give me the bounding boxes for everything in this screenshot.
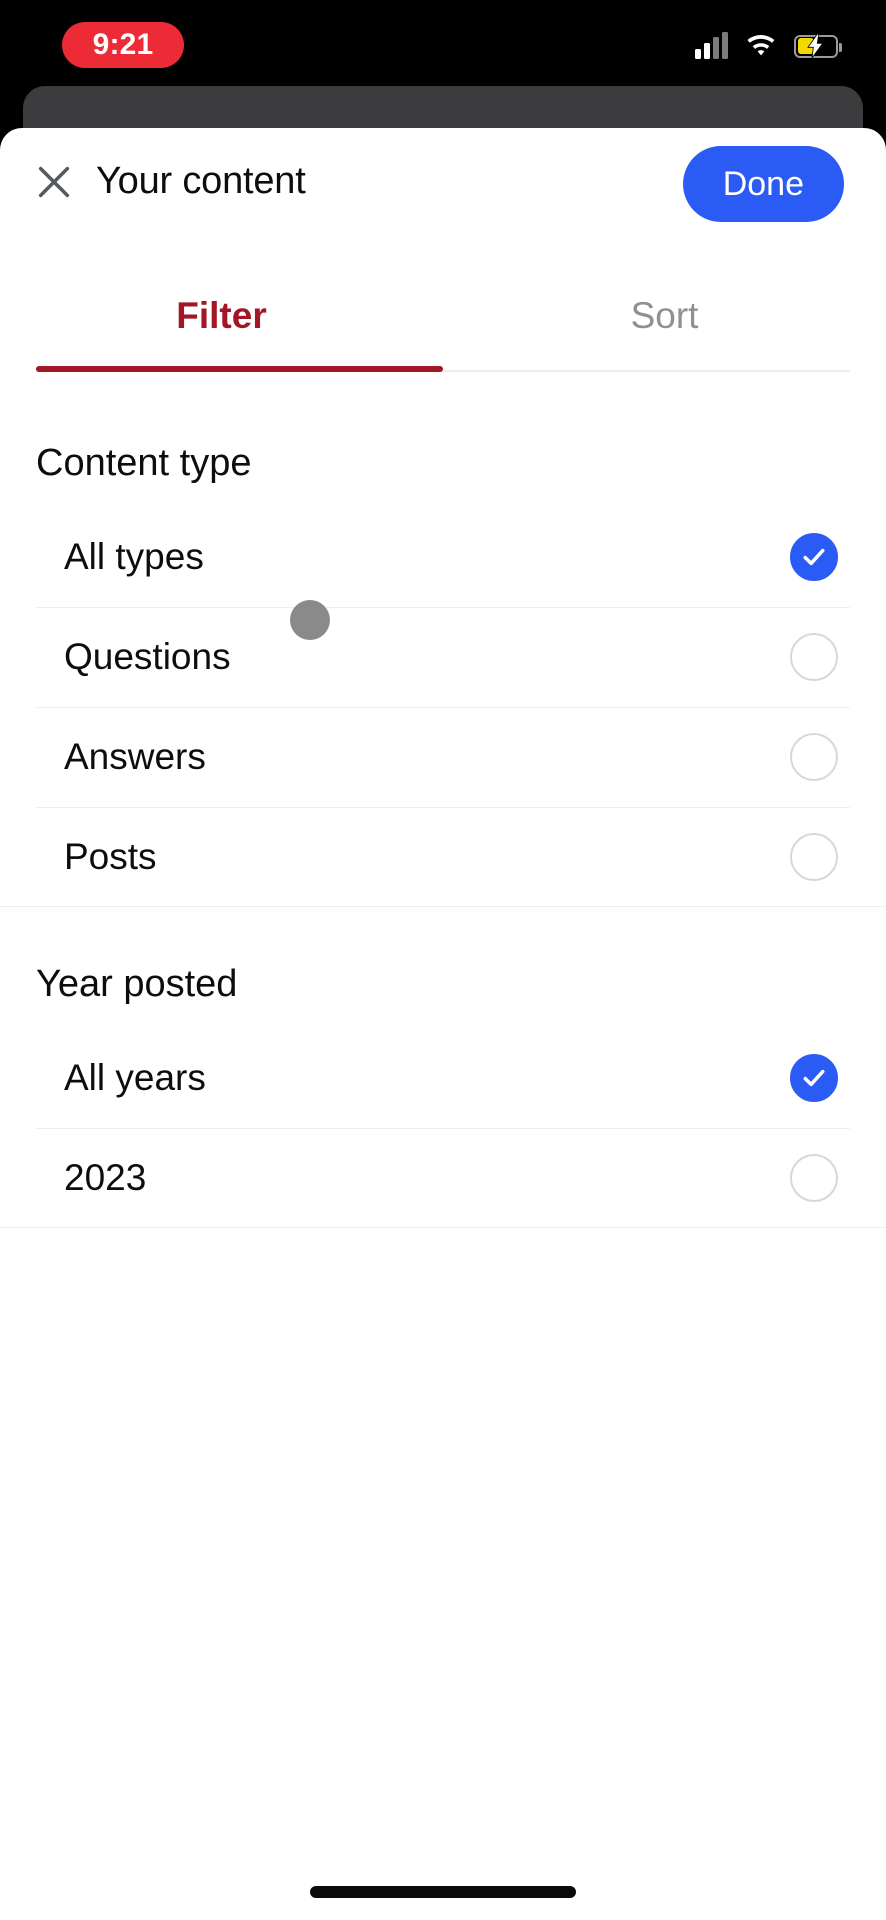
check-icon <box>803 548 825 566</box>
battery-charging-icon <box>794 34 842 58</box>
wifi-icon <box>747 35 775 56</box>
section-content-type: Content type All types Questions Answers <box>0 442 886 907</box>
phone-screen: 9:21 Your content Done Filter Sort Conte… <box>0 0 886 1920</box>
radio-checked-icon[interactable] <box>790 1054 838 1102</box>
option-label: All types <box>64 536 204 577</box>
radio-unchecked-icon[interactable] <box>790 1154 838 1202</box>
section-title-year-posted: Year posted <box>36 963 238 1005</box>
radio-unchecked-icon[interactable] <box>790 733 838 781</box>
radio-unchecked-icon[interactable] <box>790 633 838 681</box>
option-label: 2023 <box>64 1157 147 1198</box>
option-label: Posts <box>64 836 157 877</box>
close-icon-glyph <box>38 166 70 198</box>
option-row-all-years[interactable]: All years <box>36 1028 850 1128</box>
cellular-signal-icon <box>695 32 728 59</box>
option-row-2023[interactable]: 2023 <box>36 1128 850 1228</box>
radio-checked-icon[interactable] <box>790 533 838 581</box>
filter-sheet: Your content Done Filter Sort Content ty… <box>0 128 886 1920</box>
tab-active-indicator <box>36 366 443 372</box>
option-row-answers[interactable]: Answers <box>36 707 850 807</box>
page-title: Your content <box>96 160 306 202</box>
option-label: Questions <box>64 636 231 677</box>
sheet-header: Your content Done <box>0 128 886 236</box>
charging-bolt-icon <box>807 34 824 58</box>
tab-sort[interactable]: Sort <box>443 274 886 358</box>
check-icon <box>803 1069 825 1087</box>
option-row-posts[interactable]: Posts <box>36 807 850 907</box>
status-icons <box>695 28 842 64</box>
section-title-content-type: Content type <box>36 442 252 484</box>
status-time-pill: 9:21 <box>62 22 184 68</box>
tab-underline-group <box>36 366 850 372</box>
section-year-posted: Year posted All years 2023 <box>0 963 886 1228</box>
tab-filter[interactable]: Filter <box>0 274 443 358</box>
home-indicator <box>310 1886 576 1898</box>
radio-unchecked-icon[interactable] <box>790 833 838 881</box>
option-row-questions[interactable]: Questions <box>36 607 850 707</box>
option-label: Answers <box>64 736 206 777</box>
option-list-year-posted: All years 2023 <box>0 1028 886 1228</box>
option-row-all-types[interactable]: All types <box>36 507 850 607</box>
option-list-content-type: All types Questions Answers Posts <box>0 507 886 907</box>
close-icon[interactable] <box>28 156 80 208</box>
status-time: 9:21 <box>92 28 154 61</box>
option-label: All years <box>64 1057 206 1098</box>
tab-bar: Filter Sort <box>0 274 886 386</box>
done-button[interactable]: Done <box>682 146 844 222</box>
